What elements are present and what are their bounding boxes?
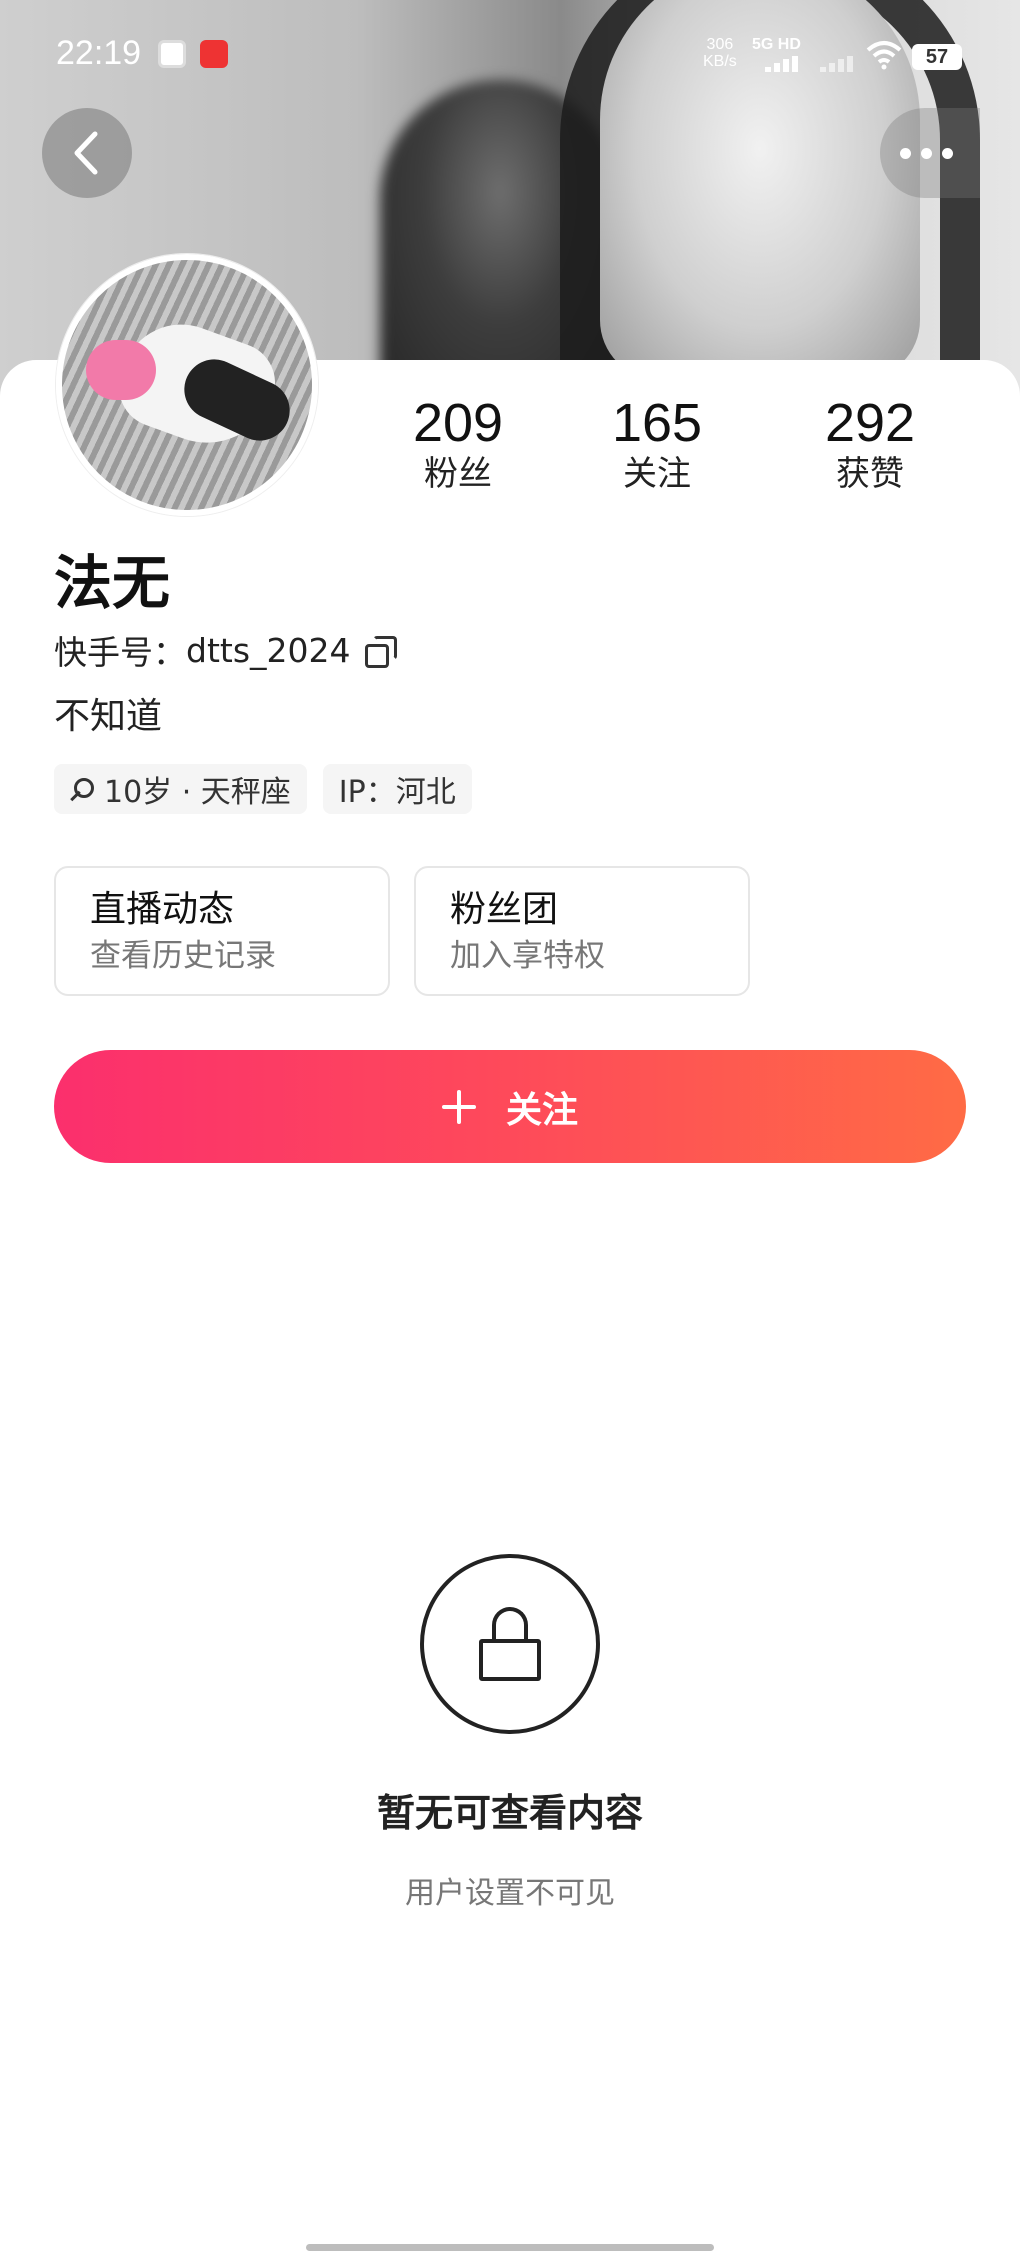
feature-subtitle: 查看历史记录 bbox=[90, 938, 276, 974]
stat-label: 粉丝 bbox=[424, 454, 492, 494]
female-icon bbox=[70, 776, 96, 802]
network-type: 5G HD bbox=[752, 36, 801, 53]
stat-label: 获赞 bbox=[836, 454, 904, 494]
chevron-left-icon bbox=[74, 131, 98, 175]
network-speed-value: 306 bbox=[706, 36, 734, 53]
status-bar: 22:19 306 KB/s 5G HD 57 bbox=[0, 0, 1020, 110]
ip-location-tag: IP：河北 bbox=[322, 764, 472, 814]
empty-state-subtitle: 用户设置不可见 bbox=[405, 1876, 615, 1911]
user-id-value: dtts_2024 bbox=[186, 630, 351, 670]
battery-icon: 57 bbox=[912, 44, 962, 70]
stat-value: 165 bbox=[611, 393, 703, 453]
profile-name: 法无 bbox=[54, 549, 171, 617]
stat-following[interactable]: 165 关注 bbox=[577, 392, 737, 494]
feature-title: 直播动态 bbox=[90, 889, 235, 930]
stat-likes[interactable]: 292 获赞 bbox=[790, 392, 950, 494]
avatar-cap bbox=[86, 340, 156, 400]
stat-value: 209 bbox=[412, 393, 504, 453]
stat-label: 关注 bbox=[623, 454, 691, 494]
lock-badge bbox=[420, 1554, 600, 1734]
more-dot bbox=[921, 147, 932, 159]
profile-bio: 不知道 bbox=[54, 696, 163, 737]
more-dot bbox=[942, 147, 953, 159]
network-speed: 306 KB/s bbox=[703, 36, 737, 70]
follow-button[interactable]: 关注 bbox=[54, 1050, 966, 1163]
back-button[interactable] bbox=[42, 108, 132, 198]
more-button[interactable] bbox=[880, 108, 980, 198]
profile-tags: 10岁 · 天秤座 IP：河北 bbox=[54, 764, 472, 814]
stat-fans[interactable]: 209 粉丝 bbox=[378, 392, 538, 494]
ip-location-text: IP：河北 bbox=[338, 775, 456, 810]
profile-stats: 209 粉丝 165 关注 292 获赞 bbox=[0, 392, 1020, 512]
home-indicator[interactable] bbox=[306, 2244, 714, 2251]
signal-icon bbox=[765, 56, 805, 72]
feature-subtitle: 加入享特权 bbox=[450, 938, 605, 974]
wifi-icon bbox=[866, 41, 902, 70]
notification-app-icon bbox=[200, 40, 228, 68]
fan-club-card[interactable]: 粉丝团 加入享特权 bbox=[414, 866, 750, 996]
age-constellation-tag: 10岁 · 天秤座 bbox=[54, 764, 307, 814]
feature-title: 粉丝团 bbox=[450, 889, 559, 930]
user-id-label: 快手号： bbox=[54, 633, 186, 672]
plus-icon bbox=[441, 1089, 476, 1124]
lock-icon bbox=[479, 1607, 541, 1681]
user-id-row: 快手号： dtts_2024 bbox=[54, 630, 397, 672]
signal-icon bbox=[820, 56, 860, 72]
status-time: 22:19 bbox=[56, 34, 142, 72]
age-constellation-text: 10岁 · 天秤座 bbox=[104, 775, 291, 810]
follow-label: 关注 bbox=[505, 1089, 578, 1131]
stat-value: 292 bbox=[824, 393, 916, 453]
live-history-card[interactable]: 直播动态 查看历史记录 bbox=[54, 866, 390, 996]
notification-app-icon bbox=[158, 40, 186, 68]
network-speed-unit: KB/s bbox=[703, 53, 737, 70]
copy-icon[interactable] bbox=[364, 636, 397, 668]
more-dot bbox=[900, 147, 911, 159]
empty-state-title: 暂无可查看内容 bbox=[376, 1791, 643, 1835]
feature-cards: 直播动态 查看历史记录 粉丝团 加入享特权 bbox=[54, 866, 750, 996]
